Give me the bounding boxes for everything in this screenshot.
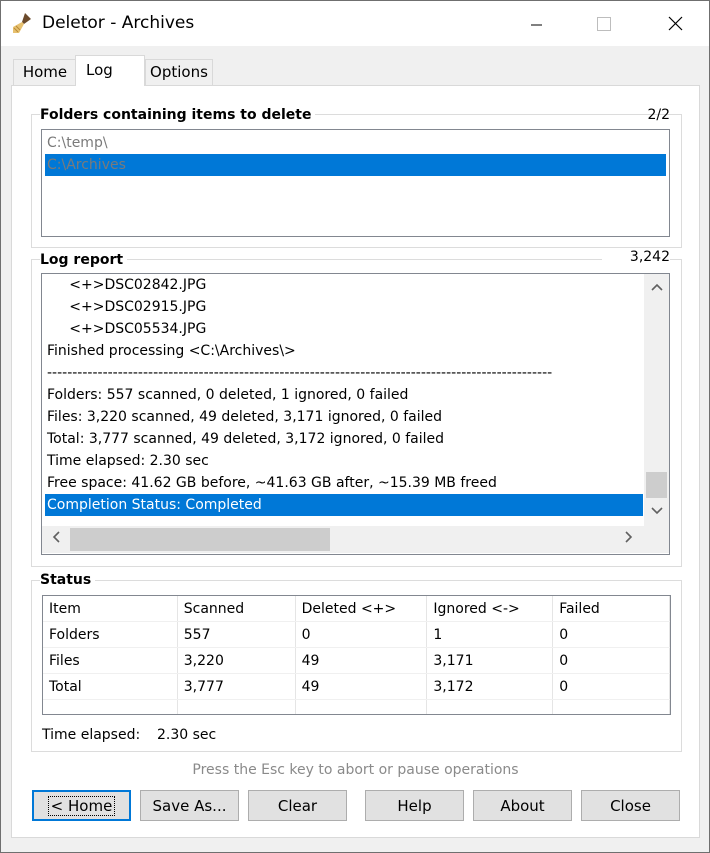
log-hscroll-thumb[interactable]	[70, 528, 330, 551]
log-line[interactable]: <+>DSC02915.JPG	[45, 296, 643, 318]
col-ignored-header[interactable]: Ignored <->	[426, 596, 554, 622]
log-tab-panel: Folders containing items to delete 2/2 C…	[11, 85, 700, 838]
status-table: Item Scanned Deleted <+> Ignored <-> Fai…	[43, 596, 670, 714]
cell-ignored: 3,171	[426, 647, 554, 674]
clear-button[interactable]: Clear	[248, 790, 347, 821]
cell-ignored: 1	[426, 621, 554, 648]
cell-scanned: 3,777	[177, 673, 296, 700]
scroll-left-icon[interactable]	[47, 531, 64, 548]
cell-failed: 0	[552, 647, 670, 674]
table-row-empty	[43, 699, 670, 714]
cell-item: Folders	[43, 621, 178, 648]
col-deleted-header[interactable]: Deleted <+>	[295, 596, 428, 622]
maximize-button[interactable]	[581, 1, 627, 46]
log-line[interactable]: Files: 3,220 scanned, 49 deleted, 3,171 …	[45, 406, 643, 428]
cell-failed: 0	[552, 621, 670, 648]
folder-item[interactable]: C:\temp\	[45, 132, 666, 154]
log-line[interactable]: Finished processing <C:\Archives\>	[45, 340, 643, 362]
title-bar: Deletor - Archives	[1, 1, 709, 46]
log-horizontal-scrollbar[interactable]	[42, 526, 669, 553]
scroll-up-icon[interactable]	[648, 280, 665, 297]
close-window-button[interactable]	[652, 1, 698, 46]
log-line[interactable]: Folders: 557 scanned, 0 deleted, 1 ignor…	[45, 384, 643, 406]
close-button[interactable]: Close	[581, 790, 680, 821]
help-button[interactable]: Help	[365, 790, 464, 821]
cell-deleted: 0	[295, 621, 428, 648]
time-elapsed-label: Time elapsed:	[42, 727, 141, 743]
log-line[interactable]: ----------------------------------------…	[45, 362, 643, 384]
minimize-icon	[531, 24, 542, 25]
table-row: Folders 557 0 1 0	[43, 621, 670, 648]
tab-strip: Home Log Options	[1, 46, 709, 86]
window-title: Deletor - Archives	[42, 13, 195, 33]
close-icon	[668, 16, 682, 31]
log-line[interactable]: Total: 3,777 scanned, 49 deleted, 3,172 …	[45, 428, 643, 450]
log-line-count: 3,242	[602, 249, 670, 265]
table-row: Total 3,777 49 3,172 0	[43, 673, 670, 700]
minimize-button[interactable]	[513, 1, 559, 46]
status-table-box: Item Scanned Deleted <+> Ignored <-> Fai…	[42, 595, 671, 715]
log-line[interactable]: <+>DSC05534.JPG	[45, 318, 643, 340]
cell-deleted: 49	[295, 673, 428, 700]
broom-icon	[13, 13, 31, 33]
scroll-right-icon[interactable]	[620, 531, 637, 548]
tab-log[interactable]: Log	[75, 55, 145, 86]
status-group-label: Status	[40, 572, 96, 588]
col-failed-header[interactable]: Failed	[552, 596, 670, 622]
cell-ignored: 3,172	[426, 673, 554, 700]
home-button[interactable]: < Home	[32, 790, 131, 821]
save-as-button[interactable]: Save As...	[140, 790, 239, 821]
log-report-list[interactable]: <+>DSC02842.JPG <+>DSC02915.JPG <+>DSC05…	[41, 273, 670, 555]
log-line[interactable]: Free space: 41.62 GB before, ~41.63 GB a…	[45, 472, 643, 494]
cell-deleted: 49	[295, 647, 428, 674]
cell-scanned: 557	[177, 621, 296, 648]
log-vertical-scrollbar[interactable]	[644, 274, 669, 526]
col-scanned-header[interactable]: Scanned	[177, 596, 296, 622]
folders-list[interactable]: C:\temp\ C:\Archives	[41, 129, 670, 237]
tab-options[interactable]: Options	[145, 59, 213, 85]
status-header-row: Item Scanned Deleted <+> Ignored <-> Fai…	[43, 596, 670, 622]
scroll-down-icon[interactable]	[648, 504, 665, 521]
time-elapsed-value: 2.30 sec	[157, 727, 217, 743]
log-line[interactable]: Time elapsed: 2.30 sec	[45, 450, 643, 472]
log-report-label: Log report	[40, 252, 128, 268]
cell-item: Files	[43, 647, 178, 674]
log-vscroll-thumb[interactable]	[646, 472, 667, 498]
home-button-label: < Home	[47, 795, 116, 816]
col-item-header[interactable]: Item	[43, 596, 178, 622]
log-line-selected[interactable]: Completion Status: Completed	[45, 494, 643, 516]
cell-scanned: 3,220	[177, 647, 296, 674]
table-row: Files 3,220 49 3,171 0	[43, 647, 670, 674]
log-line[interactable]: <+>DSC02842.JPG	[45, 274, 643, 296]
folders-group-label: Folders containing items to delete	[40, 107, 316, 123]
cell-item: Total	[43, 673, 178, 700]
folder-item-selected[interactable]: C:\Archives	[45, 154, 666, 176]
abort-hint: Press the Esc key to abort or pause oper…	[192, 762, 519, 778]
maximize-icon	[597, 16, 611, 31]
folders-count: 2/2	[647, 107, 670, 123]
tab-home[interactable]: Home	[13, 59, 77, 85]
app-window: Deletor - Archives Home Log Options Fold…	[0, 0, 710, 853]
about-button[interactable]: About	[473, 790, 572, 821]
cell-failed: 0	[552, 673, 670, 700]
